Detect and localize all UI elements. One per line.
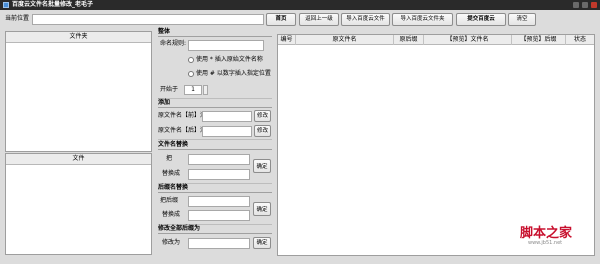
column-header[interactable]: 原文件名 (296, 35, 394, 45)
overall-title: 整体 (158, 28, 171, 35)
file-header: 文件 (6, 154, 151, 165)
overall-bottom-line (158, 98, 272, 99)
file-panel[interactable]: 文件 (5, 153, 152, 255)
naming-rule-label: 命名规则: (160, 40, 187, 47)
location-field[interactable] (32, 14, 264, 25)
table-header: 编号 原文件名 原后缀 【预览】文件名 【预览】后缀 状态 (278, 35, 594, 45)
replace-ext-with-input[interactable] (188, 210, 250, 221)
replace-ext-title: 后缀名替换 (158, 184, 189, 191)
start-spinner[interactable] (203, 85, 208, 95)
add-divider (158, 107, 272, 108)
add-bottom-line (158, 139, 272, 140)
replace-name-with-label: 替换成 (162, 170, 181, 177)
replace-ext-find-input[interactable] (188, 196, 250, 207)
add-title: 添加 (158, 99, 171, 106)
change-ext-input[interactable] (188, 238, 250, 249)
naming-rule-input[interactable] (188, 40, 264, 51)
add-back-input[interactable] (202, 126, 252, 137)
radio-insert-filename[interactable] (188, 56, 194, 63)
hint-number: 使用 # 以数字插入指定位置 (188, 69, 271, 79)
change-ext-title: 修改全部后缀为 (158, 225, 201, 232)
replace-ext-with-label: 替换成 (162, 211, 181, 218)
folder-header: 文件夹 (6, 32, 151, 43)
add-back-button[interactable]: 修改 (254, 125, 271, 137)
replace-name-confirm-button[interactable]: 确定 (253, 159, 271, 173)
replace-ext-confirm-button[interactable]: 确定 (253, 202, 271, 216)
submit-baiduyun-button[interactable]: 提交百度云 (456, 13, 506, 26)
change-ext-label: 修改为 (162, 239, 181, 246)
column-header[interactable]: 状态 (566, 35, 594, 45)
column-header[interactable]: 【预览】后缀 (512, 35, 566, 45)
replace-ext-divider (158, 192, 272, 193)
watermark-logo: 脚本之家 (520, 226, 573, 241)
radio-insert-number[interactable] (188, 70, 194, 77)
minimize-icon[interactable] (573, 2, 579, 8)
options-panel: 整体 命名规则: 使用 * 插入原始文件名称 使用 # 以数字插入指定位置 开始… (156, 28, 274, 256)
clear-button[interactable]: 清空 (508, 13, 536, 26)
column-header[interactable]: 原后缀 (394, 35, 424, 45)
hint-filename: 使用 * 插入原始文件名称 (188, 55, 263, 65)
title-bar: 百度云文件名批量修改_老毛子 (0, 0, 600, 10)
replace-name-divider (158, 149, 272, 150)
change-ext-confirm-button[interactable]: 确定 (253, 237, 271, 249)
column-header[interactable]: 编号 (278, 35, 296, 45)
replace-name-title: 文件名替换 (158, 141, 189, 148)
start-label: 开始于 (160, 86, 179, 93)
replace-name-find-input[interactable] (188, 154, 250, 165)
window-title: 百度云文件名批量修改_老毛子 (12, 1, 94, 8)
watermark-url: www.jb51.net (528, 240, 563, 246)
home-button[interactable]: 首页 (266, 13, 296, 26)
import-folder-button[interactable]: 导入百度云文件夹 (392, 13, 453, 26)
replace-name-find-label: 把 (166, 155, 173, 162)
column-header[interactable]: 【预览】文件名 (424, 35, 512, 45)
close-icon[interactable] (591, 2, 597, 8)
replace-ext-find-label: 把后缀 (160, 197, 179, 204)
hint-number-text: 使用 # 以数字插入指定位置 (196, 70, 271, 77)
add-front-button[interactable]: 修改 (254, 110, 271, 122)
change-ext-divider (158, 233, 272, 234)
location-label: 当前位置 (5, 15, 30, 22)
hint-filename-text: 使用 * 插入原始文件名称 (196, 56, 263, 63)
add-front-input[interactable] (202, 111, 252, 122)
overall-divider (158, 36, 272, 37)
app-icon (3, 2, 9, 8)
import-file-button[interactable]: 导入百度云文件 (341, 13, 390, 26)
maximize-icon[interactable] (582, 2, 588, 8)
replace-name-with-input[interactable] (188, 169, 250, 180)
back-button[interactable]: 返回上一级 (299, 13, 339, 26)
folder-panel[interactable]: 文件夹 (5, 31, 152, 152)
start-value-input[interactable]: 1 (184, 85, 202, 95)
